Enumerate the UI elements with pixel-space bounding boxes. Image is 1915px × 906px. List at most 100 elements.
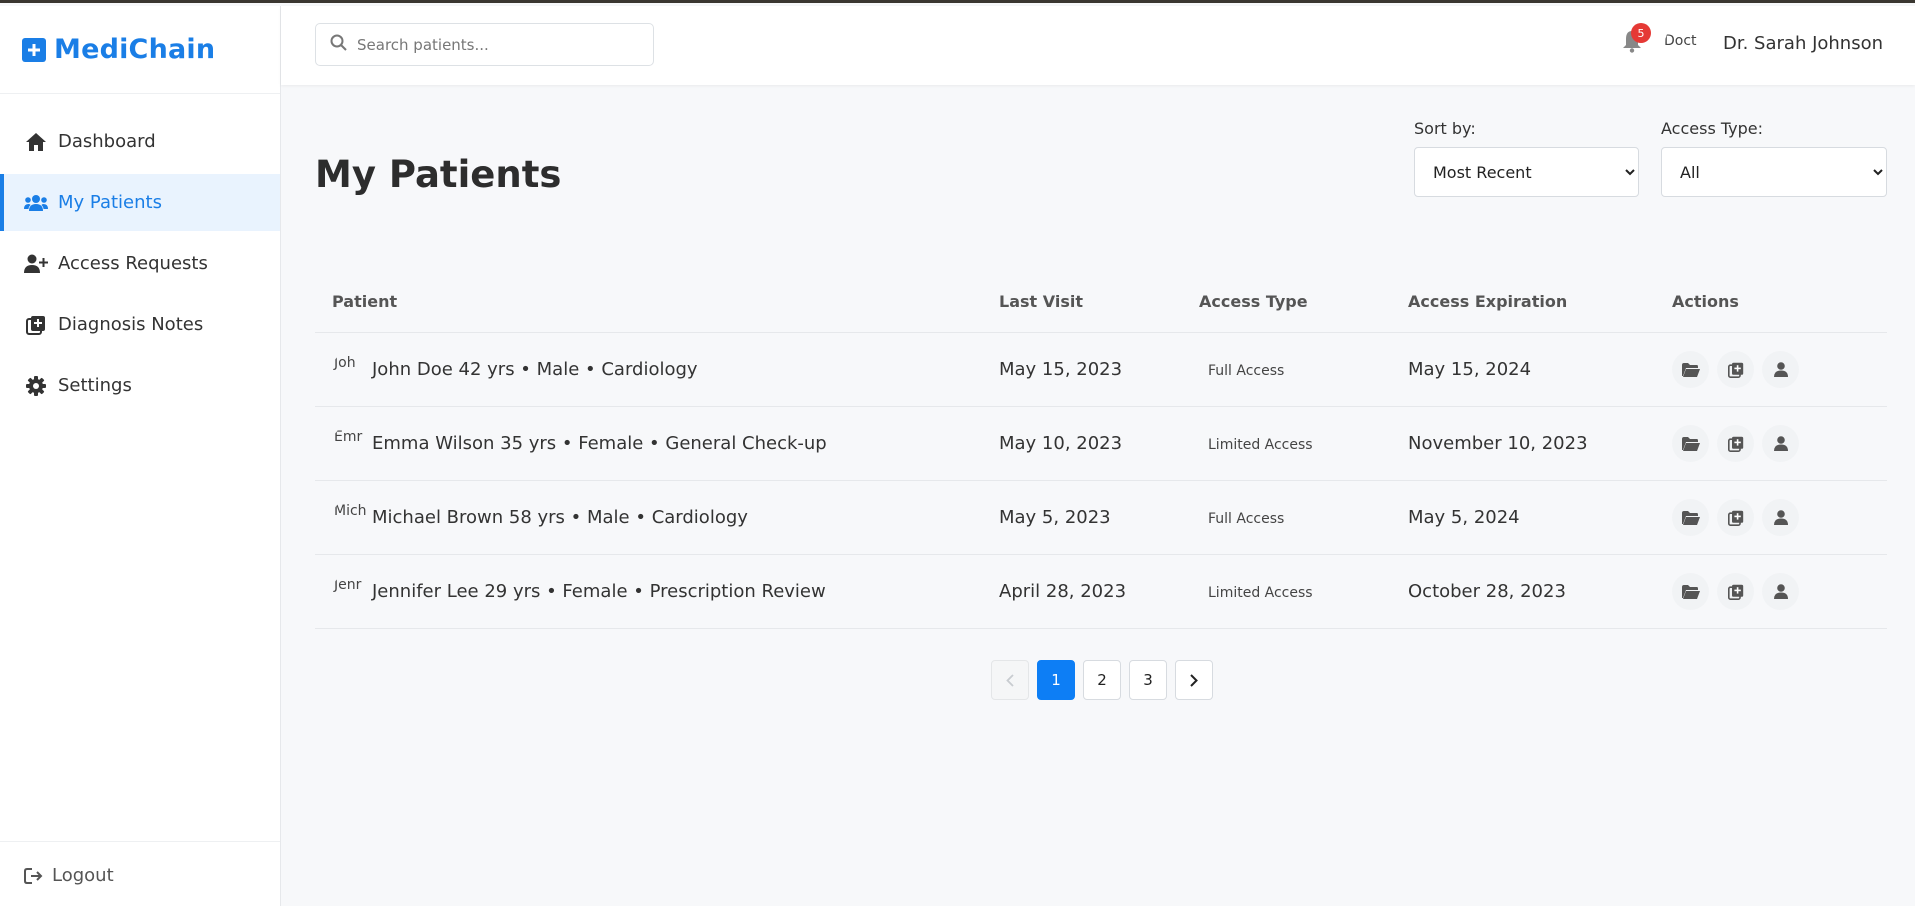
access-type-select[interactable]: All: [1661, 147, 1887, 197]
view-profile-button[interactable]: [1762, 351, 1799, 388]
view-records-button[interactable]: [1672, 351, 1709, 388]
access-type-filter: Access Type: All: [1661, 119, 1887, 197]
view-records-button[interactable]: [1672, 573, 1709, 610]
access-expiration: November 10, 2023: [1408, 433, 1588, 454]
folder-icon: [1681, 584, 1700, 599]
last-visit: May 15, 2023: [999, 359, 1123, 380]
patients-table: Patient Last Visit Access Type Access Ex…: [315, 270, 1887, 629]
sort-select[interactable]: Most Recent: [1414, 147, 1639, 197]
logo[interactable]: MediChain: [0, 6, 280, 94]
patient-info[interactable]: John Doe 42 yrs • Male • Cardiology: [372, 359, 698, 380]
last-visit: May 10, 2023: [999, 433, 1123, 454]
sidebar-item-my-patients[interactable]: My Patients: [0, 174, 280, 231]
search-icon: [330, 34, 347, 55]
access-expiration: October 28, 2023: [1408, 581, 1566, 602]
page-button-2[interactable]: 2: [1083, 660, 1121, 700]
patient-info[interactable]: Jennifer Lee 29 yrs • Female • Prescript…: [372, 581, 826, 602]
home-icon: [24, 131, 48, 153]
plus-logo-icon: [22, 37, 46, 62]
profile-icon: [1773, 362, 1788, 377]
access-type-badge: Full Access: [1208, 363, 1285, 379]
logout-icon: [22, 865, 46, 887]
gear-icon: [24, 375, 48, 397]
add-note-icon: [1727, 436, 1743, 452]
logout-label: Logout: [52, 865, 114, 886]
user-plus-icon: [24, 253, 48, 275]
last-visit: April 28, 2023: [999, 581, 1127, 602]
folder-icon: [1681, 436, 1700, 451]
access-type-badge: Limited Access: [1208, 437, 1313, 453]
sidebar-item-label: Access Requests: [58, 253, 208, 274]
column-header-patient[interactable]: Patient: [315, 292, 999, 311]
patient-avatar: Jenr: [334, 576, 362, 593]
table-row[interactable]: Jenr Jennifer Lee 29 yrs • Female • Pres…: [315, 555, 1887, 629]
users-icon: [24, 192, 48, 214]
user-name[interactable]: Dr. Sarah Johnson: [1723, 33, 1883, 54]
search-box[interactable]: [315, 23, 654, 66]
sidebar-item-settings[interactable]: Settings: [0, 357, 280, 414]
main-content: My Patients Sort by: Most Recent Access …: [281, 85, 1915, 906]
view-profile-button[interactable]: [1762, 573, 1799, 610]
add-note-button[interactable]: [1717, 573, 1754, 610]
page-button-3[interactable]: 3: [1129, 660, 1167, 700]
sort-filter: Sort by: Most Recent: [1414, 119, 1639, 197]
patient-info[interactable]: Michael Brown 58 yrs • Male • Cardiology: [372, 507, 748, 528]
patient-avatar: Joh: [334, 354, 356, 371]
view-records-button[interactable]: [1672, 425, 1709, 462]
table-row[interactable]: Mich Michael Brown 58 yrs • Male • Cardi…: [315, 481, 1887, 555]
sidebar-item-access-requests[interactable]: Access Requests: [0, 235, 280, 292]
previous-page-button[interactable]: [991, 660, 1029, 700]
sidebar-nav: Dashboard My Patients Access Requests Di…: [0, 113, 280, 414]
view-records-button[interactable]: [1672, 499, 1709, 536]
add-note-button[interactable]: [1717, 499, 1754, 536]
page-button-1[interactable]: 1: [1037, 660, 1075, 700]
folder-icon: [1681, 362, 1700, 377]
sidebar-item-label: My Patients: [58, 192, 162, 213]
patient-info[interactable]: Emma Wilson 35 yrs • Female • General Ch…: [372, 433, 827, 454]
logout-button[interactable]: Logout: [0, 841, 280, 906]
top-bar: 5 Doct Dr. Sarah Johnson: [281, 6, 1915, 85]
add-note-icon: [1727, 362, 1743, 378]
profile-icon: [1773, 510, 1788, 525]
chevron-left-icon: [1006, 673, 1014, 687]
sidebar-item-label: Diagnosis Notes: [58, 314, 204, 335]
table-row[interactable]: Joh John Doe 42 yrs • Male • Cardiology …: [315, 333, 1887, 407]
patient-avatar: Mich: [334, 502, 367, 519]
add-note-icon: [1727, 510, 1743, 526]
chevron-right-icon: [1190, 673, 1198, 687]
add-note-button[interactable]: [1717, 351, 1754, 388]
sidebar-item-dashboard[interactable]: Dashboard: [0, 113, 280, 170]
access-expiration: May 15, 2024: [1408, 359, 1532, 380]
sidebar: MediChain Dashboard My Patients Access R…: [0, 6, 281, 906]
add-note-icon: [1727, 584, 1743, 600]
sort-label: Sort by:: [1414, 119, 1476, 138]
sidebar-item-diagnosis-notes[interactable]: Diagnosis Notes: [0, 296, 280, 353]
doctor-avatar[interactable]: Doct: [1665, 23, 1705, 63]
column-header-access-type[interactable]: Access Type: [1199, 292, 1408, 311]
profile-icon: [1773, 436, 1788, 451]
notification-badge: 5: [1631, 23, 1651, 43]
last-visit: May 5, 2023: [999, 507, 1111, 528]
search-input[interactable]: [357, 35, 637, 54]
access-expiration: May 5, 2024: [1408, 507, 1520, 528]
patient-avatar: Emr: [334, 428, 363, 445]
folder-icon: [1681, 510, 1700, 525]
notes-icon: [24, 314, 48, 336]
view-profile-button[interactable]: [1762, 499, 1799, 536]
profile-icon: [1773, 584, 1788, 599]
access-type-badge: Full Access: [1208, 511, 1285, 527]
next-page-button[interactable]: [1175, 660, 1213, 700]
view-profile-button[interactable]: [1762, 425, 1799, 462]
column-header-last-visit[interactable]: Last Visit: [999, 292, 1199, 311]
table-header: Patient Last Visit Access Type Access Ex…: [315, 270, 1887, 333]
add-note-button[interactable]: [1717, 425, 1754, 462]
page-title: My Patients: [315, 153, 562, 196]
access-type-badge: Limited Access: [1208, 585, 1313, 601]
table-row[interactable]: Emr Emma Wilson 35 yrs • Female • Genera…: [315, 407, 1887, 481]
app-name: MediChain: [54, 34, 216, 65]
pagination: 1 2 3: [991, 660, 1213, 700]
access-type-label: Access Type:: [1661, 119, 1763, 138]
avatar-alt-text: Doct: [1665, 33, 1697, 49]
column-header-access-expiration[interactable]: Access Expiration: [1408, 292, 1672, 311]
sidebar-item-label: Dashboard: [58, 131, 156, 152]
